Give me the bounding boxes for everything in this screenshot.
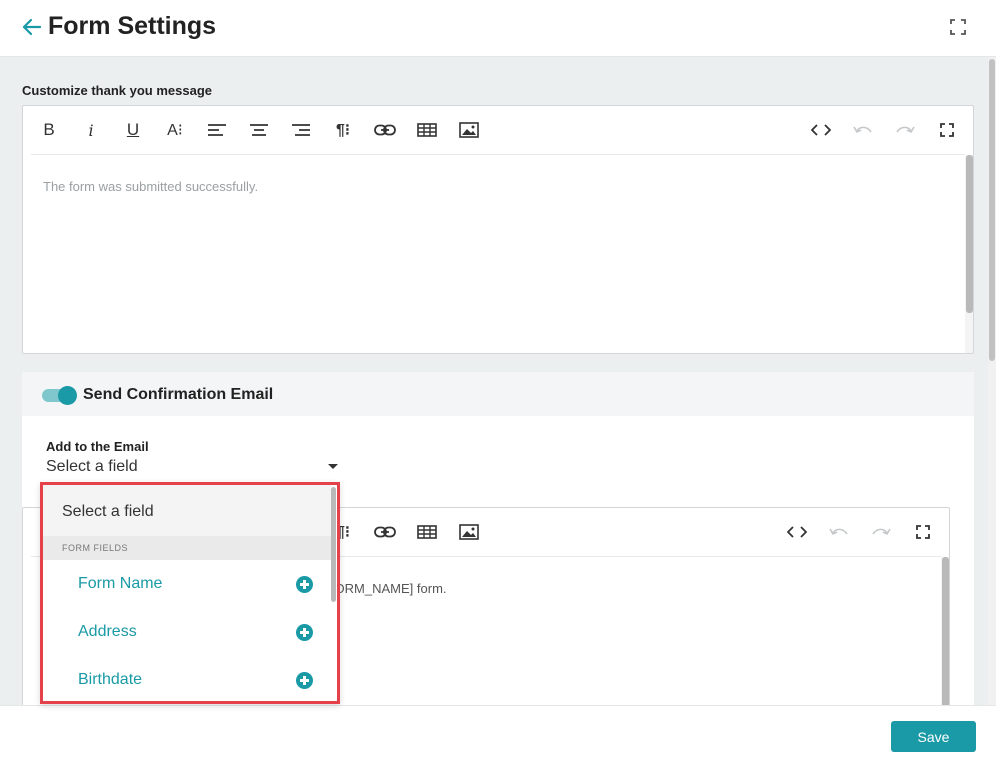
paragraph-icon: ¶⁝: [336, 122, 350, 139]
align-right-icon: [292, 124, 310, 136]
bold-icon: B: [43, 120, 55, 139]
code-view-button[interactable]: [785, 520, 809, 544]
dropdown-item-label: Birthdate: [78, 671, 143, 688]
link-icon: [374, 124, 396, 136]
undo-button[interactable]: [851, 118, 875, 142]
code-view-button[interactable]: [809, 118, 833, 142]
underline-button[interactable]: U: [121, 118, 145, 142]
dropdown-group-header: FORM FIELDS: [43, 536, 331, 560]
font-size-icon: A⁝: [167, 122, 183, 139]
dropdown-scrollbar[interactable]: [331, 485, 337, 701]
editor-fullscreen-button[interactable]: [911, 520, 935, 544]
fullscreen-icon: [940, 123, 954, 137]
table-icon: [417, 123, 437, 137]
image-button[interactable]: [457, 118, 481, 142]
image-button[interactable]: [457, 520, 481, 544]
undo-icon: [829, 528, 848, 536]
editor-scrollbar-thumb[interactable]: [966, 155, 973, 313]
add-to-email-label: Add to the Email: [46, 439, 149, 454]
align-right-button[interactable]: [289, 118, 313, 142]
fullscreen-icon[interactable]: [950, 19, 966, 35]
redo-button[interactable]: [869, 520, 893, 544]
code-icon: [787, 526, 807, 538]
editor-toolbar: B i U A⁝ ¶⁝: [23, 106, 973, 154]
redo-icon: [872, 528, 891, 536]
footer: Save: [0, 705, 996, 764]
confirmation-title: Send Confirmation Email: [83, 386, 274, 403]
table-button[interactable]: [415, 520, 439, 544]
redo-icon: [896, 126, 915, 134]
thank-you-label: Customize thank you message: [22, 83, 212, 98]
editor-fullscreen-button[interactable]: [935, 118, 959, 142]
toolbar-divider: [31, 154, 965, 155]
dropdown-item-address[interactable]: Address: [43, 608, 331, 656]
confirmation-toggle[interactable]: [42, 386, 78, 405]
paragraph-button[interactable]: ¶⁝: [331, 118, 355, 142]
save-button[interactable]: Save: [891, 721, 976, 752]
align-center-icon: [250, 124, 268, 136]
align-left-button[interactable]: [205, 118, 229, 142]
dropdown-current-option[interactable]: Select a field: [43, 485, 331, 536]
link-icon: [374, 526, 396, 538]
page-scrollbar-thumb[interactable]: [989, 59, 995, 361]
image-icon: [459, 524, 479, 540]
link-button[interactable]: [373, 118, 397, 142]
underline-icon: U: [126, 120, 140, 139]
field-select-value: Select a field: [46, 458, 138, 475]
dropdown-scrollbar-thumb[interactable]: [331, 487, 336, 602]
dropdown-item-label: Form Name: [78, 575, 163, 592]
redo-button[interactable]: [893, 118, 917, 142]
undo-button[interactable]: [827, 520, 851, 544]
dropdown-group-label: FORM FIELDS: [62, 543, 129, 553]
code-icon: [811, 124, 831, 136]
dropdown-item-birthdate[interactable]: Birthdate: [43, 656, 331, 701]
confirmation-header: Send Confirmation Email: [22, 372, 974, 416]
header: Form Settings: [0, 0, 996, 57]
align-left-icon: [208, 124, 226, 136]
italic-button[interactable]: i: [79, 118, 103, 142]
bold-button[interactable]: B: [37, 118, 61, 142]
caret-down-icon: [328, 464, 338, 469]
dropdown-item-form-name[interactable]: Form Name: [43, 560, 331, 608]
add-circle-icon[interactable]: [296, 624, 313, 641]
italic-icon: i: [88, 120, 94, 140]
back-arrow-icon[interactable]: [20, 16, 42, 38]
field-select[interactable]: Select a field: [46, 457, 338, 479]
dropdown-item-label: Address: [78, 623, 137, 640]
table-button[interactable]: [415, 118, 439, 142]
align-center-button[interactable]: [247, 118, 271, 142]
dropdown-current-label: Select a field: [62, 503, 154, 520]
editor-scrollbar[interactable]: [941, 557, 949, 705]
font-size-button[interactable]: A⁝: [163, 118, 187, 142]
fullscreen-icon: [916, 525, 930, 539]
email-body-text: [FORM_NAME] form.: [323, 581, 447, 596]
table-icon: [417, 525, 437, 539]
toggle-knob: [58, 386, 77, 405]
add-circle-icon[interactable]: [296, 576, 313, 593]
add-circle-icon[interactable]: [296, 672, 313, 689]
thank-you-editor[interactable]: B i U A⁝ ¶⁝ The form was submitted succe…: [22, 105, 974, 354]
page-title: Form Settings: [48, 12, 217, 40]
editor-scrollbar[interactable]: [965, 155, 973, 353]
page-scrollbar[interactable]: [988, 57, 996, 705]
editor-scrollbar-thumb[interactable]: [942, 557, 949, 705]
field-dropdown: Select a field FORM FIELDS Form Name Add…: [40, 482, 340, 704]
link-button[interactable]: [373, 520, 397, 544]
undo-icon: [853, 126, 872, 134]
thank-you-placeholder: The form was submitted successfully.: [43, 179, 259, 194]
image-icon: [459, 122, 479, 138]
